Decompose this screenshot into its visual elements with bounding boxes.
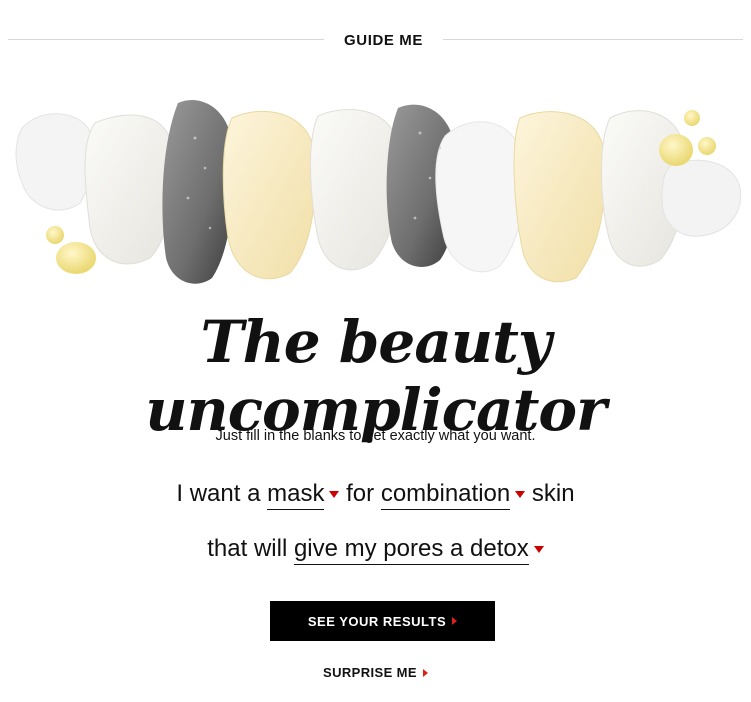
sentence-line-2: that will give my pores a detox: [0, 535, 751, 565]
oil-drop-1: [46, 226, 64, 244]
oil-drop-5: [698, 137, 716, 155]
butter-swatch-2: [513, 111, 606, 283]
chevron-right-icon: [422, 668, 428, 677]
cream-swatch-2: [309, 109, 400, 271]
sentence-suffix: skin: [531, 480, 575, 507]
chevron-down-icon[interactable]: [329, 491, 340, 498]
sentence-line-1: I want a mask for combination skin: [0, 480, 751, 510]
concern-value: give my pores a detox: [293, 535, 529, 562]
oil-drop-3: [684, 110, 700, 126]
surprise-me-link[interactable]: SURPRISE ME: [323, 665, 428, 680]
swatch-illustration: [15, 99, 742, 284]
foam-swatch-right: [661, 159, 742, 237]
chevron-right-icon: [452, 617, 458, 625]
guide-me-header: GUIDE ME: [0, 0, 751, 80]
subtitle: Just fill in the blanks to get exactly w…: [215, 428, 536, 444]
surprise-me-label: SURPRISE ME: [323, 665, 417, 680]
see-results-button[interactable]: SEE YOUR RESULTS: [270, 601, 495, 641]
skin-type-dropdown[interactable]: combination: [380, 480, 511, 510]
concern-dropdown[interactable]: give my pores a detox: [293, 535, 529, 565]
oil-drop-2: [56, 242, 96, 274]
chevron-down-icon[interactable]: [515, 491, 526, 498]
headline: The beauty uncomplicator: [145, 308, 606, 444]
oil-drop-4: [659, 134, 693, 166]
see-results-label: SEE YOUR RESULTS: [307, 613, 447, 629]
sentence-middle: for: [346, 480, 375, 507]
section-title: GUIDE ME: [344, 32, 423, 49]
butter-swatch-1: [222, 111, 316, 280]
clay-swatch-1: [162, 99, 234, 284]
hero-swatch-image: [0, 88, 751, 298]
skin-type-value: combination: [380, 480, 511, 507]
sentence-prefix: I want a: [176, 480, 261, 507]
sentence-line2-prefix: that will: [207, 535, 288, 562]
product-value: mask: [267, 480, 325, 507]
foam-swatch-middle: [435, 121, 525, 273]
header-rule-left: [8, 39, 324, 40]
surprise-me-container: SURPRISE ME: [0, 664, 751, 682]
header-rule-right: [443, 39, 743, 40]
chevron-down-icon[interactable]: [533, 546, 544, 553]
product-dropdown[interactable]: mask: [267, 480, 325, 510]
cream-swatch-1: [84, 114, 174, 265]
foam-swatch-left: [15, 113, 95, 211]
